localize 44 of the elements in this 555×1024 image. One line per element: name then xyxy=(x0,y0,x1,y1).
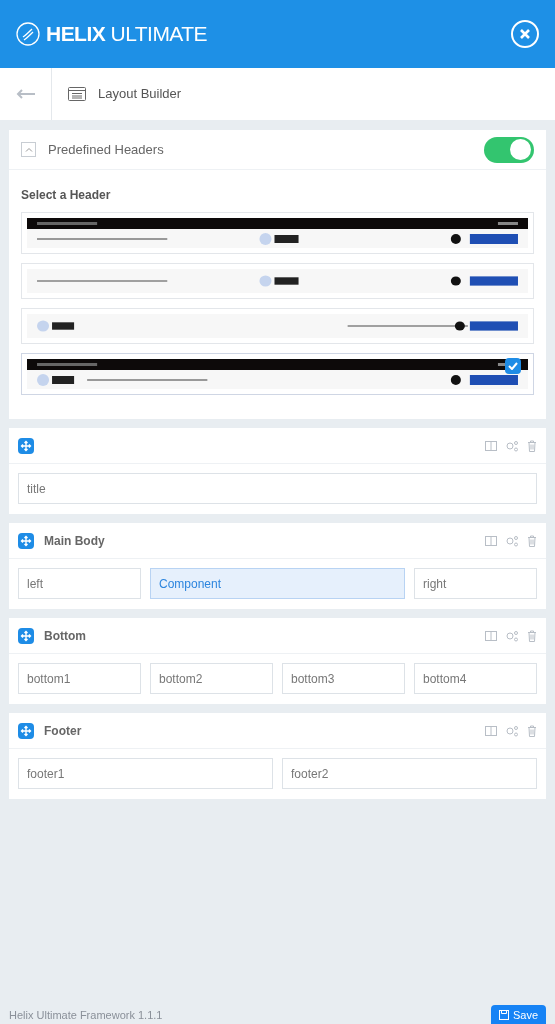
move-icon[interactable] xyxy=(18,437,34,454)
layout-column[interactable]: footer1 xyxy=(18,758,273,789)
close-button[interactable] xyxy=(511,20,539,48)
columns-icon[interactable] xyxy=(485,724,497,737)
section-label: Select a Header xyxy=(21,187,112,204)
section-title: Bottom xyxy=(44,627,86,645)
layout-icon xyxy=(68,87,86,101)
logo-icon xyxy=(16,22,40,46)
version-text: Helix Ultimate Framework 1.1.1 xyxy=(9,1007,163,1023)
layout-column[interactable]: footer2 xyxy=(282,758,537,789)
header-option[interactable] xyxy=(21,263,534,299)
trash-icon[interactable] xyxy=(527,439,537,452)
trash-icon[interactable] xyxy=(527,629,537,642)
brand-name: HELIX ULTIMATE xyxy=(46,21,208,48)
chevron-up-icon xyxy=(24,146,33,153)
columns-icon[interactable] xyxy=(485,439,497,452)
layout-column[interactable]: left xyxy=(18,568,141,599)
arrow-left-icon xyxy=(15,89,36,99)
toggle-switch[interactable] xyxy=(484,136,534,163)
panel-title: Predefined Headers xyxy=(48,140,164,159)
section-title: Main Body xyxy=(44,532,105,550)
save-button[interactable]: Save xyxy=(490,1004,546,1024)
layout-column[interactable]: bottom3 xyxy=(282,663,405,694)
columns-icon[interactable] xyxy=(485,534,497,547)
move-icon[interactable] xyxy=(18,532,34,549)
toolbar-title: Layout Builder xyxy=(98,85,182,104)
move-icon[interactable] xyxy=(18,722,34,739)
trash-icon[interactable] xyxy=(527,724,537,737)
close-icon xyxy=(519,28,531,40)
header-option[interactable] xyxy=(21,212,534,254)
collapse-button[interactable] xyxy=(21,142,36,157)
layout-column[interactable]: bottom2 xyxy=(150,663,273,694)
header-option[interactable] xyxy=(21,353,534,395)
layout-column[interactable]: right xyxy=(414,568,537,599)
move-icon[interactable] xyxy=(18,627,34,644)
section-title: Footer xyxy=(44,722,82,740)
layout-column[interactable]: bottom4 xyxy=(414,663,537,694)
layout-column[interactable]: bottom1 xyxy=(18,663,141,694)
columns-icon[interactable] xyxy=(485,629,497,642)
layout-column[interactable]: title xyxy=(18,473,537,504)
layout-column[interactable]: Component xyxy=(150,568,405,599)
header-option[interactable] xyxy=(21,308,534,344)
check-icon xyxy=(505,358,521,374)
trash-icon[interactable] xyxy=(527,534,537,547)
